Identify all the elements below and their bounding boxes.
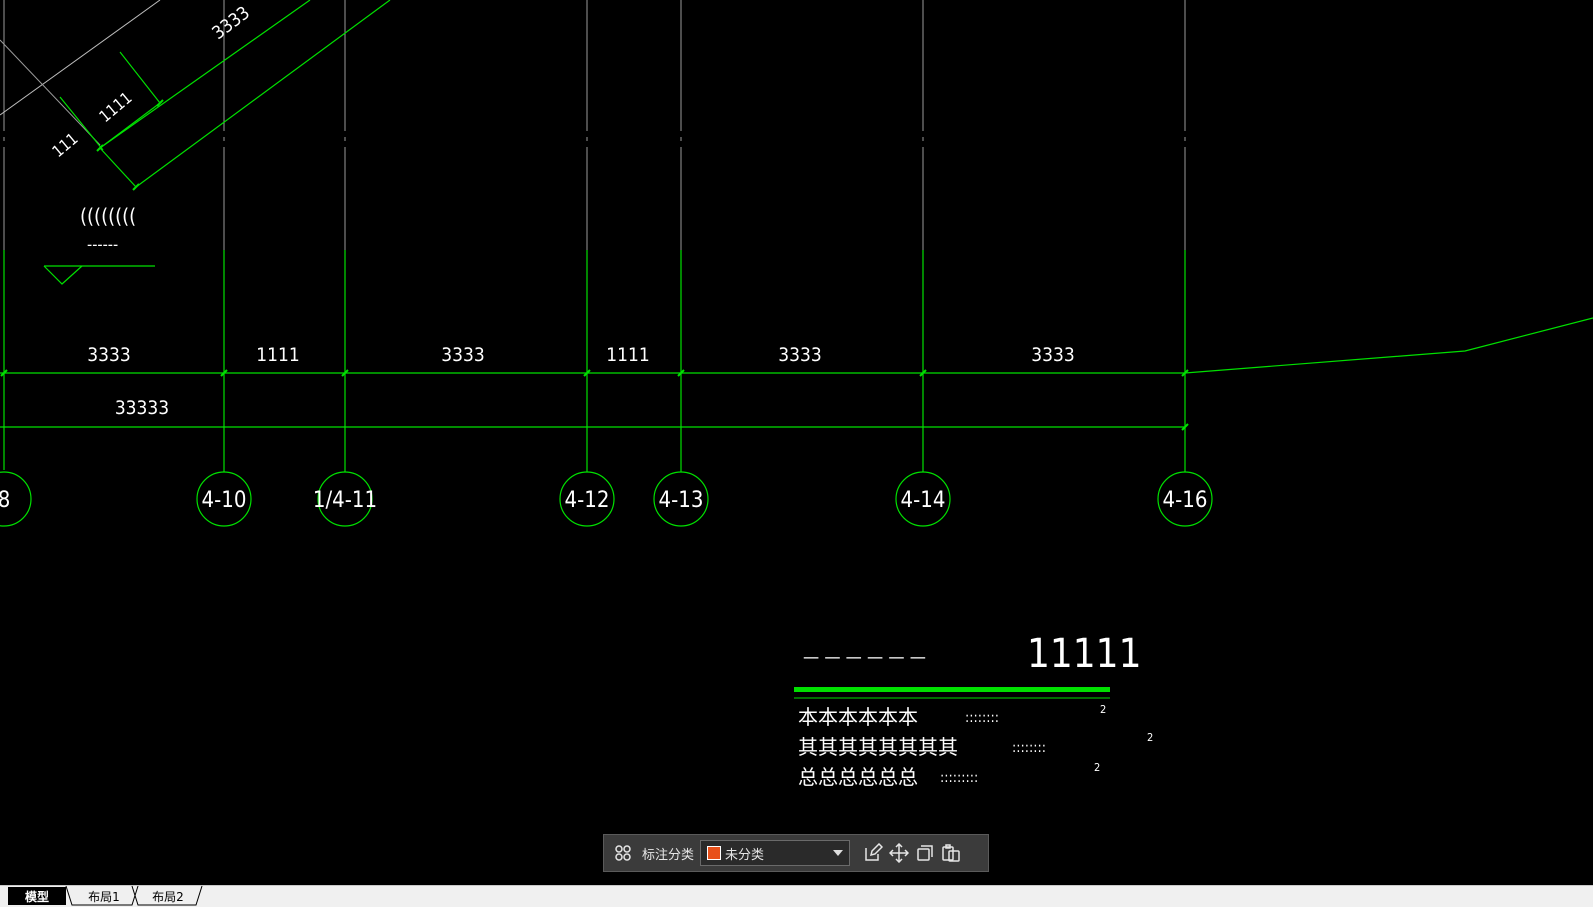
dim-text-6: 3333 [1031, 344, 1075, 366]
title-dash-row: — — — — — — [803, 647, 926, 668]
diag-dim-text-2: 1111 [95, 88, 135, 126]
diag-dim-text-1: 3333 [208, 2, 254, 44]
title-row1-sup: 2 [1100, 703, 1106, 716]
paren-text: (((((((( [80, 204, 136, 228]
dash-text: ------ [87, 235, 118, 254]
diagonal-line [0, 0, 161, 116]
grid-label-4-13: 4-13 [659, 488, 704, 513]
dim-text-total: 33333 [115, 397, 169, 419]
chevron-down-icon[interactable] [833, 850, 844, 856]
drawing-canvas[interactable]: 3333 1111 3333 1111 3333 3333 33333 3333… [0, 0, 1593, 885]
grid-label-4-11: 1/4-11 [313, 488, 377, 513]
dim-text-1: 3333 [87, 344, 131, 366]
dim-text-2: 1111 [256, 344, 300, 366]
title-row3-dots: ::::::::: [940, 770, 978, 786]
grid-label-8: 8 [0, 488, 10, 513]
tab-layout1[interactable]: 布局1 [78, 887, 130, 905]
title-number: 11111 [1027, 631, 1141, 677]
dim-text-3: 3333 [441, 344, 485, 366]
category-select-value: 未分类 [725, 847, 765, 863]
title-row1-dots: :::::::: [965, 710, 999, 726]
category-swatch [707, 846, 722, 860]
edit-icon[interactable] [860, 840, 886, 866]
title-block: — — — — — — 11111 本本本本本本 :::::::: 2 其其其其… [794, 631, 1153, 789]
grid-label-4-12: 4-12 [565, 488, 610, 513]
dim-text-4: 1111 [606, 344, 650, 366]
layout-tab-bar: 模型 布局1 布局2 [0, 885, 1593, 907]
title-row2-dots: :::::::: [1012, 740, 1046, 756]
green-lines [0, 0, 1593, 527]
title-thick-line [794, 687, 1110, 692]
grid-label-4-10: 4-10 [202, 488, 247, 513]
title-row1-text: 本本本本本本 [798, 705, 918, 729]
category-select[interactable]: 未分类 [700, 840, 851, 866]
title-row3-sup: 2 [1094, 761, 1100, 774]
title-row3-text: 总总总总总总 [798, 765, 918, 789]
dim-text-5: 3333 [778, 344, 822, 366]
category-label: 标注分类 [642, 847, 695, 863]
tab-model[interactable]: 模型 [8, 887, 66, 905]
axis-gaps [0, 131, 1593, 147]
title-row2-text: 其其其其其其其其 [798, 735, 958, 759]
title-row2-sup: 2 [1147, 731, 1153, 744]
grid-icon[interactable] [610, 840, 636, 866]
axis-lines-top [3, 0, 1186, 250]
annotation-toolbar: 标注分类 未分类 [603, 834, 989, 872]
grid-label-4-16: 4-16 [1163, 488, 1208, 513]
move-icon[interactable] [886, 840, 912, 866]
tab-layout2[interactable]: 布局2 [142, 887, 194, 905]
paste-icon[interactable] [938, 840, 964, 866]
grid-label-4-14: 4-14 [901, 488, 946, 513]
diagonal-line-2 [0, 39, 101, 146]
dim-ticks [0, 99, 1189, 431]
copy-icon[interactable] [912, 840, 938, 866]
